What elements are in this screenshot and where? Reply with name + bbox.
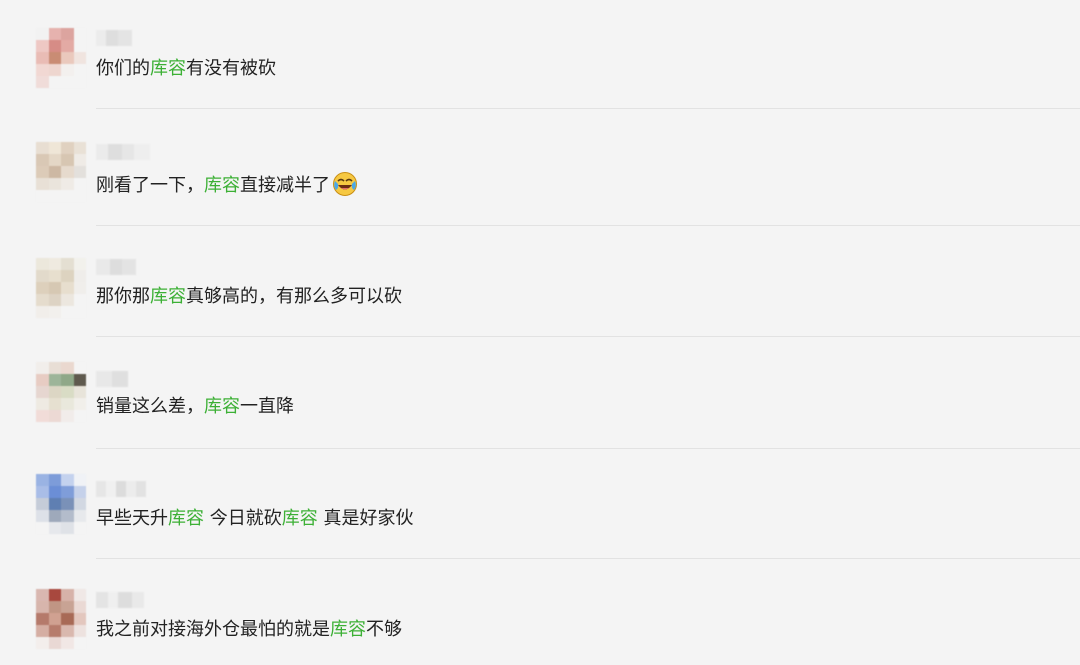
keyword-highlight: 库容 [281,508,318,529]
comment-text-segment: 早些天升 [96,508,168,529]
username-blurred [96,30,132,46]
username-blurred [96,371,128,387]
comment-text-segment: 你们的 [96,58,150,79]
comment-text-segment: 一直降 [240,396,294,417]
comment-item: 刚看了一下，库容直接减半了 [0,112,1080,226]
comment-text-segment: 真是好家伙 [317,508,414,529]
comment-text-segment: 有没有被砍 [186,58,276,79]
comment-text-segment: 销量这么差， [96,396,204,417]
avatar[interactable] [36,28,86,88]
comment-text-segment: 今日就砍 [204,508,282,529]
comment-text-segment: 直接减半了 [240,175,330,196]
keyword-highlight: 库容 [204,396,240,417]
comment-text-segment: 真够高的，有那么多可以砍 [186,286,402,307]
comment-text: 那你那库容真够高的，有那么多可以砍 [96,285,402,309]
laughing-crying-emoji-icon [333,172,357,196]
comment-text-segment: 刚看了一下， [96,175,204,196]
comment-text: 销量这么差，库容一直降 [96,395,294,419]
comment-text: 刚看了一下，库容直接减半了 [96,171,358,198]
username-blurred [96,481,146,497]
comment-item: 你们的库容有没有被砍 [0,0,1080,109]
comment-text-segment: 那你那 [96,286,150,307]
comment-item: 我之前对接海外仓最怕的就是库容不够 [0,559,1080,659]
comment-item: 那你那库容真够高的，有那么多可以砍 [0,226,1080,337]
avatar[interactable] [36,258,86,318]
comment-list: 你们的库容有没有被砍 刚看了一下，库容直接减半了 那你那库容真够高的，有那么多可… [0,0,1080,665]
comment-item: 早些天升库容 今日就砍库容 真是好家伙 [0,448,1080,559]
keyword-highlight: 库容 [168,508,204,529]
avatar[interactable] [36,142,86,202]
avatar[interactable] [36,474,86,534]
comment-text: 我之前对接海外仓最怕的就是库容不够 [96,618,402,642]
comment-text: 你们的库容有没有被砍 [96,57,276,81]
keyword-highlight: 库容 [150,286,186,307]
comment-text-segment: 不够 [366,619,402,640]
divider [96,108,1080,109]
keyword-highlight: 库容 [150,58,186,79]
username-blurred [96,592,144,608]
comment-item: 销量这么差，库容一直降 [0,337,1080,449]
avatar[interactable] [36,362,86,422]
comment-text: 早些天升库容 今日就砍库容 真是好家伙 [96,507,413,531]
keyword-highlight: 库容 [204,175,240,196]
username-blurred [96,144,150,160]
keyword-highlight: 库容 [330,619,366,640]
comment-text-segment: 我之前对接海外仓最怕的就是 [96,619,330,640]
username-blurred [96,259,136,275]
avatar[interactable] [36,589,86,649]
